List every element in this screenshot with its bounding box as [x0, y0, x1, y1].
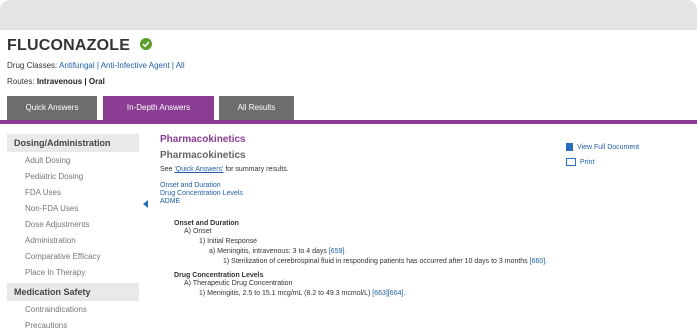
outline-therapeutic-concentration: A) Therapeutic Drug Concentration: [184, 280, 293, 287]
routes-label: Routes:: [7, 77, 35, 86]
document-icon: [566, 143, 573, 151]
sidebar-item-adult-dosing[interactable]: Adult Dosing: [7, 153, 139, 169]
sidebar-item-contraindications[interactable]: Contraindications: [7, 302, 139, 318]
sidebar-item-dose-adjustments[interactable]: Dose Adjustments: [7, 217, 139, 233]
sidebar-item-place-in-therapy[interactable]: Place In Therapy: [7, 265, 139, 281]
drug-name: FLUCONAZOLE: [7, 37, 131, 54]
table-of-contents: Onset and Duration Drug Concentration Le…: [160, 182, 690, 206]
class-link-anti-infective[interactable]: Anti-Infective Agent |: [101, 61, 174, 70]
class-link-antifungal[interactable]: Antifungal |: [59, 61, 99, 70]
outline-meningitis-iv: a) Meningitis, intravenous: 3 to 4 days …: [209, 248, 690, 255]
check-icon: [139, 37, 152, 50]
tab-quick-answers[interactable]: Quick Answers: [7, 96, 97, 120]
drug-classes-label: Drug Classes:: [7, 61, 58, 70]
ref-659[interactable]: [659].: [329, 248, 347, 255]
collapse-arrow-icon[interactable]: [143, 200, 148, 208]
ref-660[interactable]: [660].: [530, 258, 548, 265]
sidebar-item-precautions[interactable]: Precautions: [7, 318, 139, 334]
csf-text: 1) Sterilization of cerebrospinal fluid …: [223, 258, 528, 265]
drug-title: FLUCONAZOLE: [7, 37, 152, 55]
sidebar-item-pediatric-dosing[interactable]: Pediatric Dosing: [7, 169, 139, 185]
view-full-document-link[interactable]: View Full Document: [566, 143, 639, 158]
tab-underline: [0, 120, 697, 124]
tab-in-depth-answers[interactable]: In-Depth Answers: [103, 96, 214, 120]
meningitis-iv-text: a) Meningitis, intravenous: 3 to 4 days: [209, 248, 327, 255]
see-suffix: for summary results.: [223, 166, 289, 173]
class-link-all[interactable]: All: [176, 61, 185, 70]
sidebar-section-medication-safety[interactable]: Medication Safety: [7, 283, 139, 302]
sidebar-item-comparative-efficacy[interactable]: Comparative Efficacy: [7, 249, 139, 265]
see-prefix: See: [160, 166, 175, 173]
outline-meningitis-levels: 1) Meningitis, 2.5 to 15.1 mcg/mL (8.2 t…: [199, 290, 690, 297]
drug-classes: Drug Classes: Antifungal | Anti-Infectiv…: [7, 61, 185, 70]
outline-csf-sterilization: 1) Sterilization of cerebrospinal fluid …: [223, 258, 690, 265]
outline: Onset and Duration A) Onset 1) Initial R…: [160, 220, 690, 297]
outline-initial-response: 1) Initial Response: [199, 238, 257, 245]
sidebar-item-fda-uses[interactable]: FDA Uses: [7, 185, 139, 201]
routes-value: Intravenous | Oral: [36, 77, 105, 86]
quick-answers-link[interactable]: 'Quick Answers': [174, 166, 223, 173]
top-bar: [0, 0, 697, 30]
outline-a-onset: A) Onset: [184, 228, 212, 235]
print-label: Print: [580, 158, 595, 166]
sidebar-section-dosing[interactable]: Dosing/Administration: [7, 134, 139, 153]
sidebar: Dosing/Administration Adult Dosing Pedia…: [7, 134, 139, 334]
routes: Routes: Intravenous | Oral: [7, 77, 105, 86]
meningitis-levels-text: 1) Meningitis, 2.5 to 15.1 mcg/mL (8.2 t…: [199, 290, 371, 297]
outline-heading-drug-levels: Drug Concentration Levels: [174, 272, 264, 279]
sidebar-item-administration[interactable]: Administration: [7, 233, 139, 249]
toc-link-drug-levels[interactable]: Drug Concentration Levels: [160, 190, 690, 198]
view-full-document-label: View Full Document: [577, 143, 640, 151]
toc-link-adme[interactable]: ADME: [160, 198, 690, 206]
sidebar-item-non-fda-uses[interactable]: Non-FDA Uses: [7, 201, 139, 217]
print-icon: [566, 158, 576, 166]
tab-all-results[interactable]: All Results: [219, 96, 294, 120]
document-actions: View Full Document Print: [566, 143, 639, 173]
outline-heading-onset: Onset and Duration: [174, 220, 239, 227]
print-link[interactable]: Print: [566, 158, 639, 173]
ref-663-664[interactable]: [663][664].: [372, 290, 405, 297]
toc-link-onset[interactable]: Onset and Duration: [160, 182, 690, 190]
